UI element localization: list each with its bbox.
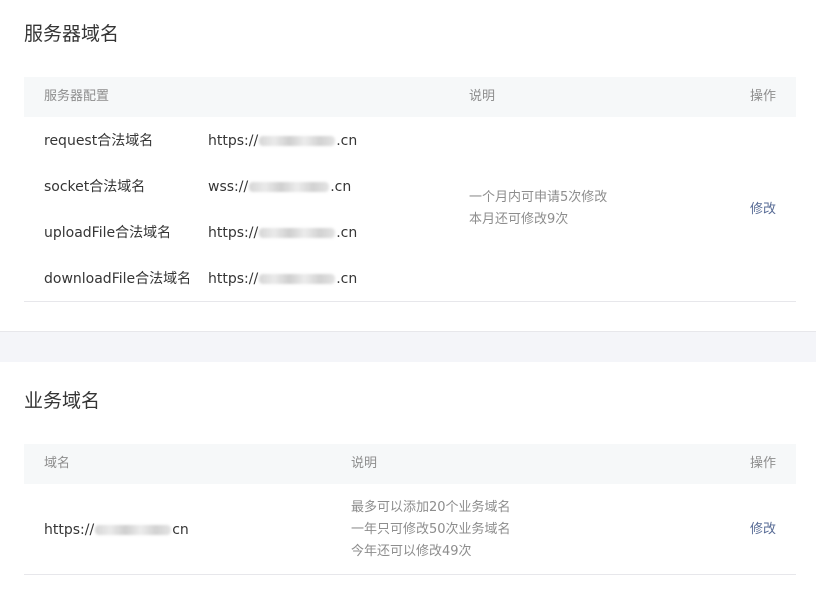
request-domain-value: https:// .cn [208, 131, 357, 151]
upload-domain-suffix: .cn [336, 225, 358, 241]
request-domain-label: request合法域名 [44, 133, 154, 149]
redacted-domain [259, 274, 336, 284]
download-domain-suffix: .cn [336, 271, 358, 287]
server-domain-section: 服务器域名 服务器配置 说明 操作 request合法域名 https:// .c… [0, 0, 816, 332]
download-domain-label: downloadFile合法域名 [44, 271, 192, 287]
request-domain-prefix: https:// [208, 133, 259, 149]
business-domain-table-header: 域名 说明 操作 [24, 444, 796, 484]
upload-domain-label: uploadFile合法域名 [44, 225, 172, 241]
server-domain-title: 服务器域名 [24, 23, 120, 45]
header-description: 说明 [351, 456, 378, 471]
header-operation: 操作 [749, 456, 776, 471]
header-domain: 域名 [44, 456, 71, 471]
desc-line: 一个月内可申请5次修改 [469, 190, 608, 205]
desc-line: 一年只可修改50次业务域名 [351, 522, 511, 537]
modify-server-domain-link[interactable]: 修改 [750, 200, 776, 220]
server-domain-description: 一个月内可申请5次修改 本月还可修改9次 [469, 187, 607, 231]
business-domain-description: 最多可以添加20个业务域名 一年只可修改50次业务域名 今年还可以修改49次 [351, 497, 511, 563]
download-domain-prefix: https:// [208, 271, 259, 287]
header-server-config: 服务器配置 [44, 89, 110, 104]
request-domain-suffix: .cn [336, 133, 358, 149]
socket-domain-label: socket合法域名 [44, 179, 146, 195]
section-divider [0, 332, 816, 362]
redacted-domain [95, 525, 172, 535]
redacted-domain [259, 136, 336, 146]
business-domain-suffix: cn [172, 522, 189, 538]
desc-line: 今年还可以修改49次 [351, 544, 472, 559]
socket-domain-prefix: wss:// [208, 179, 249, 195]
desc-line: 最多可以添加20个业务域名 [351, 500, 511, 515]
socket-domain-value: wss:// .cn [208, 177, 351, 197]
header-description: 说明 [469, 89, 496, 104]
modify-business-domain-link[interactable]: 修改 [750, 520, 776, 540]
desc-line: 本月还可修改9次 [469, 212, 569, 227]
redacted-domain [249, 182, 330, 192]
business-domain-title: 业务域名 [24, 390, 101, 412]
redacted-domain [259, 228, 336, 238]
business-domain-section: 业务域名 域名 说明 操作 https:// cn 最多可以添加20个业务域名 一… [0, 362, 816, 594]
upload-domain-prefix: https:// [208, 225, 259, 241]
server-domain-rows: request合法域名 https:// .cn socket合法域名 wss:/… [24, 117, 796, 302]
business-domain-value: https:// cn [44, 520, 189, 540]
business-domain-prefix: https:// [44, 522, 95, 538]
socket-domain-suffix: .cn [330, 179, 352, 195]
server-domain-table-header: 服务器配置 说明 操作 [24, 77, 796, 117]
business-domain-rows: https:// cn 最多可以添加20个业务域名 一年只可修改50次业务域名 今… [24, 484, 796, 575]
upload-domain-value: https:// .cn [208, 223, 357, 243]
download-domain-value: https:// .cn [208, 269, 357, 289]
header-operation: 操作 [749, 89, 776, 104]
